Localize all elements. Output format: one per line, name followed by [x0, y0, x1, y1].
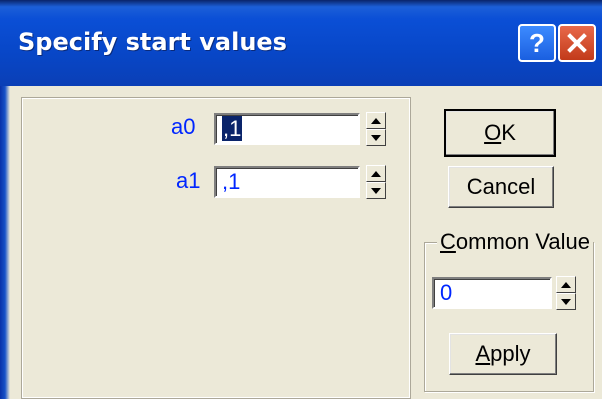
spin-down-icon[interactable]: [556, 293, 576, 310]
spin-up-icon[interactable]: [366, 165, 386, 182]
spin-up-icon[interactable]: [366, 112, 386, 129]
window-border: [0, 86, 10, 399]
ok-label: K: [501, 120, 516, 145]
help-icon: ?: [529, 27, 545, 58]
spin-down-icon[interactable]: [366, 129, 386, 146]
common-value-input[interactable]: 0: [432, 277, 552, 309]
param-label-a1: a1: [176, 168, 201, 193]
ok-mnemonic: O: [484, 120, 502, 145]
common-value-caption: Common Value: [437, 229, 593, 255]
apply-button[interactable]: Apply: [449, 333, 557, 375]
cancel-label: Cancel: [466, 174, 536, 199]
param-spinner-a1[interactable]: [366, 165, 386, 199]
window-title: Specify start values: [18, 28, 287, 56]
common-value-spinner[interactable]: [556, 276, 576, 310]
param-spinner-a0[interactable]: [366, 112, 386, 146]
close-icon: [567, 33, 587, 53]
param-value-a0: ,1: [222, 116, 243, 141]
apply-mnemonic: A: [475, 341, 491, 366]
cancel-button[interactable]: Cancel: [448, 166, 554, 208]
spin-down-icon[interactable]: [366, 182, 386, 199]
param-input-a0[interactable]: ,1: [214, 113, 360, 145]
param-value-a1: ,1: [222, 169, 241, 194]
apply-label: pply: [490, 341, 531, 366]
param-input-a1[interactable]: ,1: [214, 166, 360, 198]
title-bar[interactable]: Specify start values ?: [0, 0, 602, 86]
common-value: 0: [440, 280, 453, 305]
help-button[interactable]: ?: [518, 24, 556, 62]
spin-up-icon[interactable]: [556, 276, 576, 293]
ok-button[interactable]: OK: [444, 109, 556, 157]
close-button[interactable]: [558, 24, 596, 62]
param-label-a0: a0: [171, 114, 196, 139]
